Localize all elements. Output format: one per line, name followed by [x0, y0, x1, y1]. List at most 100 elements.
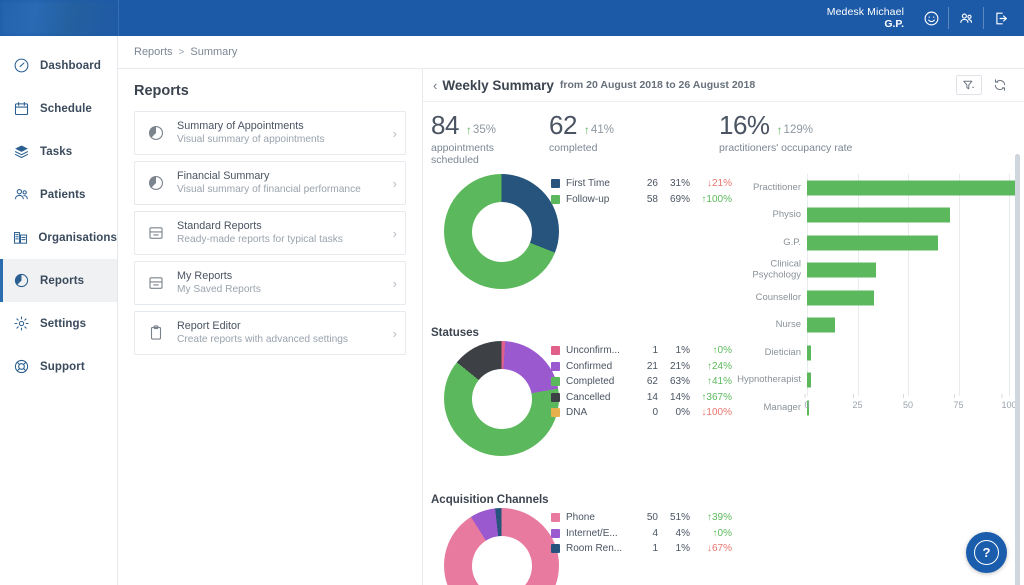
bar-category-label: Dietician	[764, 346, 801, 358]
kpi-value-row: 84 ↑ 35%	[431, 112, 543, 138]
legend-color-swatch	[551, 392, 560, 402]
bar[interactable]	[807, 207, 951, 223]
bar[interactable]	[807, 372, 812, 388]
legend-percent: 4%	[675, 527, 690, 539]
sidebar-item-organisations[interactable]: Organisations	[0, 216, 117, 259]
legend-row[interactable]: First Time 26 31% ↓21%	[551, 176, 732, 192]
report-card-subtitle: Visual summary of financial performance	[177, 184, 361, 196]
kpi-value: 62	[549, 110, 577, 140]
user-info[interactable]: Medesk Michael G.P.	[827, 6, 904, 30]
report-card-my-reports[interactable]: My Reports My Saved Reports ›	[134, 261, 406, 305]
report-card-report-editor[interactable]: Report Editor Create reports with advanc…	[134, 311, 406, 355]
legend-delta: ↑24%	[706, 360, 732, 372]
pie-chart-icon	[10, 270, 32, 292]
bar-chart-plot: Practitioner Physio G.P. Clinical Psycholog…	[737, 174, 1016, 416]
kpi-label: practitioners' occupancy rate	[719, 142, 853, 154]
report-card-text: My Reports My Saved Reports	[177, 270, 389, 297]
users-icon[interactable]	[949, 0, 983, 36]
report-card-title: Standard Reports	[177, 219, 262, 232]
arrow-up-icon: ↑	[701, 391, 707, 403]
bar[interactable]	[807, 290, 874, 306]
legend-row[interactable]: Cancelled 14 14% ↑367%	[551, 390, 732, 406]
sidebar-item-settings[interactable]: Settings	[0, 302, 117, 345]
sidebar-item-patients[interactable]: Patients	[0, 173, 117, 216]
legend-color-swatch	[551, 179, 560, 189]
breadcrumb-parent[interactable]: Reports	[134, 46, 173, 58]
report-card-summary-of-appointments[interactable]: Summary of Appointments Visual summary o…	[134, 111, 406, 155]
building-icon	[10, 227, 30, 249]
bar[interactable]	[807, 262, 876, 278]
kpi-value-row: 16% ↑ 129%	[719, 112, 852, 138]
legend-row[interactable]: DNA 0 0% ↓100%	[551, 405, 732, 421]
legend-label: First Time	[566, 178, 610, 190]
bar[interactable]	[807, 235, 939, 251]
chevron-left-icon[interactable]: ‹	[433, 78, 437, 93]
donut-ring[interactable]	[444, 508, 559, 585]
bar-category-label: Clinical Psychology	[752, 258, 801, 281]
help-button[interactable]: ?	[966, 532, 1007, 573]
donut-ring[interactable]	[444, 174, 559, 289]
legend-row[interactable]: Confirmed 21 21% ↑24%	[551, 359, 732, 375]
sidebar-item-reports[interactable]: Reports	[0, 259, 117, 302]
bar[interactable]	[807, 345, 812, 361]
bar-category-label: Manager	[763, 401, 802, 413]
report-card-financial-summary[interactable]: Financial Summary Visual summary of fina…	[134, 161, 406, 205]
legend-percent: 21%	[669, 360, 690, 372]
tick-mark	[852, 394, 854, 398]
donut-ring[interactable]	[444, 341, 559, 456]
bar-row: Practitioner	[753, 174, 1016, 202]
smiley-icon[interactable]	[914, 0, 948, 36]
section-title-acquisition-channels: Acquisition Channels	[431, 494, 549, 506]
legend-count: 14	[646, 391, 658, 403]
kpi-delta: ↑ 129%	[777, 123, 813, 137]
kpi-delta-value: 41%	[590, 124, 614, 136]
sidebar-item-label: Settings	[40, 317, 87, 330]
legend-percent: 1%	[675, 543, 690, 555]
kpi-label: completed	[549, 142, 598, 154]
legend-row[interactable]: Follow-up 58 69% ↑100%	[551, 192, 732, 208]
refresh-button[interactable]	[990, 75, 1010, 95]
legend-label: Follow-up	[566, 193, 610, 205]
sidebar-item-tasks[interactable]: Tasks	[0, 130, 117, 173]
report-card-subtitle: Create reports with advanced settings	[177, 334, 349, 346]
sidebar-item-dashboard[interactable]: Dashboard	[0, 44, 117, 87]
donut-charts-column: First Time 26 31% ↓21% Follow-up 58 69% ↑100% S…	[427, 170, 732, 585]
summary-title: Weekly Summary	[442, 77, 554, 93]
legend-row[interactable]: Phone 50 51% ↑39%	[551, 510, 732, 526]
chevron-right-icon: ›	[392, 225, 397, 241]
user-role: G.P.	[884, 18, 904, 30]
legend-row[interactable]: Completed 62 63% ↑41%	[551, 374, 732, 390]
report-card-subtitle: Visual summary of appointments	[177, 134, 325, 146]
x-axis-tick: 75	[953, 394, 964, 410]
sidebar-item-schedule[interactable]: Schedule	[0, 87, 117, 130]
bar[interactable]	[807, 180, 1016, 196]
report-card-text: Summary of Appointments Visual summary o…	[177, 120, 389, 147]
donut-chart-acquisition-channels: Phone 50 51% ↑39% Internet/E... 4 4% ↑0% Room Re…	[427, 508, 732, 585]
legend-row[interactable]: Unconfirm... 1 1% ↑0%	[551, 343, 732, 359]
legend-color-swatch	[551, 528, 560, 538]
x-axis-tick: 0	[804, 394, 810, 410]
legend-label: Internet/E...	[566, 527, 618, 539]
bar-row: Physio	[772, 202, 1009, 230]
logout-icon[interactable]	[984, 0, 1018, 36]
legend-count: 26	[646, 178, 658, 190]
legend-color-swatch	[551, 408, 560, 418]
breadcrumb-current: Summary	[190, 46, 238, 58]
legend-count: 0	[652, 407, 658, 419]
filter-button[interactable]	[956, 75, 982, 95]
drawer-icon	[145, 272, 167, 294]
legend-color-swatch	[551, 513, 560, 523]
content-scrollbar[interactable]	[1015, 154, 1020, 585]
sidebar-item-label: Patients	[40, 188, 86, 201]
tick-mark	[953, 394, 955, 398]
statuses-section: Statuses Unconfirm... 1 1% ↑0% Confirmed 21 21…	[427, 327, 732, 486]
report-card-standard-reports[interactable]: Standard Reports Ready-made reports for …	[134, 211, 406, 255]
legend-row[interactable]: Internet/E... 4 4% ↑0%	[551, 526, 732, 542]
app-logo[interactable]	[0, 0, 118, 36]
x-axis-tick: 25	[852, 394, 863, 410]
report-card-subtitle: Ready-made reports for typical tasks	[177, 234, 343, 246]
chevron-right-icon: ›	[392, 275, 397, 291]
legend-row[interactable]: Room Ren... 1 1% ↓67%	[551, 541, 732, 557]
bar[interactable]	[807, 317, 836, 333]
sidebar-item-support[interactable]: Support	[0, 345, 117, 388]
